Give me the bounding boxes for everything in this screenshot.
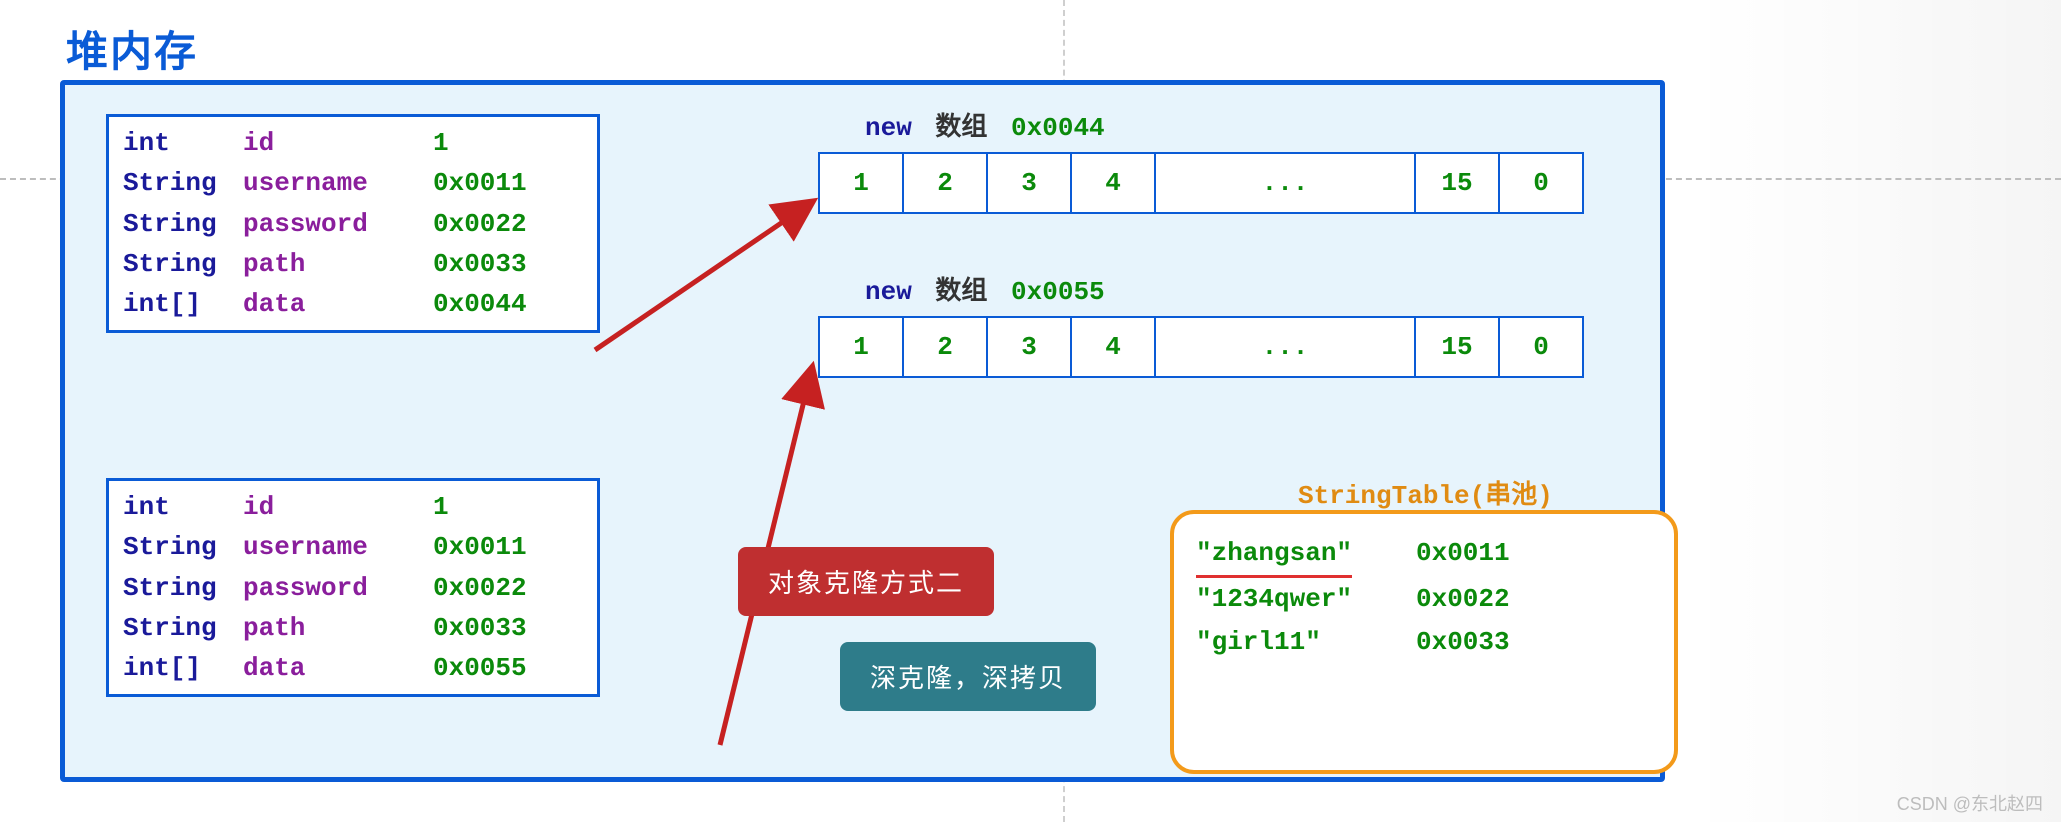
array2-address: 0x0055: [1011, 277, 1105, 307]
pool-address: 0x0022: [1416, 578, 1510, 621]
watermark: CSDN @东北赵四: [1897, 790, 2043, 816]
array-cell-ellipsis: ...: [1156, 154, 1416, 212]
field-name: data: [243, 648, 433, 688]
array2: 1 2 3 4 ... 15 0: [818, 316, 1584, 378]
field-type: int: [123, 487, 243, 527]
field-row: Stringusername0x0011: [123, 163, 583, 203]
string-pool-title: StringTable(串池): [1298, 474, 1553, 511]
pool-row: "zhangsan" 0x0011: [1196, 532, 1652, 578]
pool-row: "1234qwer" 0x0022: [1196, 578, 1652, 621]
field-row: int[]data0x0055: [123, 648, 583, 688]
field-row: intid1: [123, 487, 583, 527]
field-name: password: [243, 568, 433, 608]
field-value: 0x0011: [433, 163, 583, 203]
field-type: String: [123, 568, 243, 608]
object-original: intid1 Stringusername0x0011 Stringpasswo…: [106, 114, 600, 333]
field-value: 0x0044: [433, 284, 583, 324]
field-row: Stringpath0x0033: [123, 244, 583, 284]
pool-string: "zhangsan": [1196, 532, 1416, 578]
label-array: 数组: [935, 275, 987, 305]
field-row: int[]data0x0044: [123, 284, 583, 324]
field-name: username: [243, 527, 433, 567]
keyword-new: new: [865, 113, 912, 143]
array1-label: new 数组 0x0044: [865, 106, 1105, 143]
field-value: 1: [433, 123, 583, 163]
heap-title: 堆内存: [66, 18, 198, 79]
array-cell: 1: [820, 318, 904, 376]
keyword-new: new: [865, 277, 912, 307]
pool-string: "girl11": [1196, 621, 1416, 664]
array-cell: 1: [820, 154, 904, 212]
pool-string-text: "zhangsan": [1196, 532, 1352, 578]
array-cell: 15: [1416, 318, 1500, 376]
field-row: Stringpassword0x0022: [123, 204, 583, 244]
field-name: password: [243, 204, 433, 244]
array-cell-ellipsis: ...: [1156, 318, 1416, 376]
field-name: data: [243, 284, 433, 324]
field-name: path: [243, 244, 433, 284]
object-clone: intid1 Stringusername0x0011 Stringpasswo…: [106, 478, 600, 697]
field-type: int[]: [123, 648, 243, 688]
field-value: 0x0055: [433, 648, 583, 688]
callout-clone-method: 对象克隆方式二: [738, 547, 994, 616]
label-array: 数组: [935, 111, 987, 141]
field-name: id: [243, 123, 433, 163]
callout-deep-copy: 深克隆，深拷贝: [840, 642, 1096, 711]
field-value: 1: [433, 487, 583, 527]
field-value: 0x0033: [433, 244, 583, 284]
edge-shadow: [1691, 0, 2061, 822]
field-row: Stringpassword0x0022: [123, 568, 583, 608]
array-cell: 3: [988, 154, 1072, 212]
field-name: path: [243, 608, 433, 648]
field-value: 0x0033: [433, 608, 583, 648]
field-row: intid1: [123, 123, 583, 163]
field-type: String: [123, 244, 243, 284]
pool-address: 0x0011: [1416, 532, 1510, 578]
field-type: String: [123, 204, 243, 244]
array-cell: 2: [904, 154, 988, 212]
field-type: int: [123, 123, 243, 163]
array-cell: 4: [1072, 318, 1156, 376]
field-type: int[]: [123, 284, 243, 324]
field-value: 0x0022: [433, 204, 583, 244]
field-type: String: [123, 608, 243, 648]
array-cell: 0: [1500, 318, 1582, 376]
field-name: username: [243, 163, 433, 203]
array-cell: 3: [988, 318, 1072, 376]
array-cell: 0: [1500, 154, 1582, 212]
array1-address: 0x0044: [1011, 113, 1105, 143]
field-type: String: [123, 527, 243, 567]
array2-label: new 数组 0x0055: [865, 270, 1105, 307]
array-cell: 15: [1416, 154, 1500, 212]
field-name: id: [243, 487, 433, 527]
field-row: Stringusername0x0011: [123, 527, 583, 567]
field-row: Stringpath0x0033: [123, 608, 583, 648]
string-pool: "zhangsan" 0x0011 "1234qwer" 0x0022 "gir…: [1170, 510, 1678, 774]
array1: 1 2 3 4 ... 15 0: [818, 152, 1584, 214]
field-type: String: [123, 163, 243, 203]
pool-string: "1234qwer": [1196, 578, 1416, 621]
pool-address: 0x0033: [1416, 621, 1510, 664]
array-cell: 4: [1072, 154, 1156, 212]
array-cell: 2: [904, 318, 988, 376]
pool-row: "girl11" 0x0033: [1196, 621, 1652, 664]
field-value: 0x0011: [433, 527, 583, 567]
field-value: 0x0022: [433, 568, 583, 608]
